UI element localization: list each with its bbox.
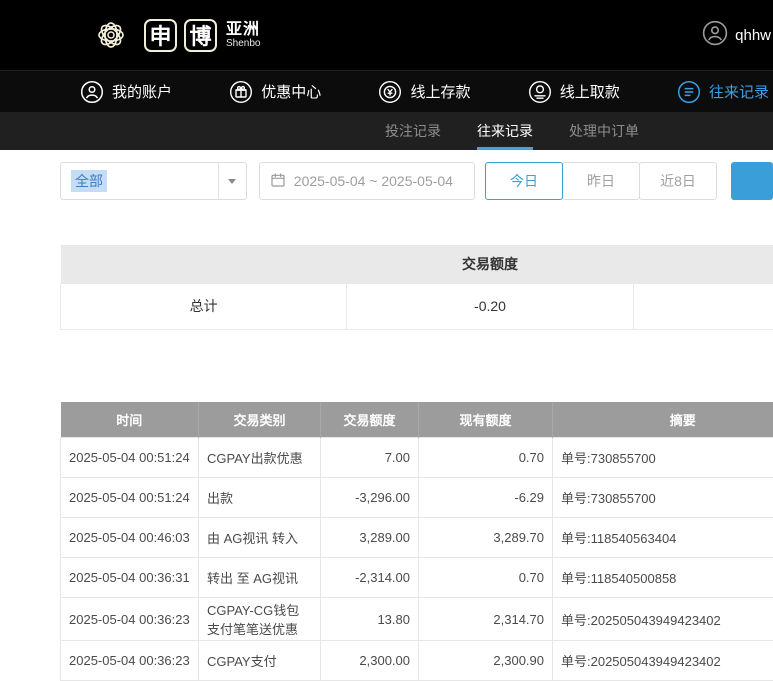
yesterday-button[interactable]: 昨日 <box>562 162 640 200</box>
top-header: 申 博 亚洲 Shenbo qhhw <box>0 0 773 70</box>
col-header-time: 时间 <box>60 401 199 438</box>
quick-date-buttons: 今日 昨日 近8日 <box>485 162 717 200</box>
table-cell: 单号:730855700 <box>552 477 773 518</box>
transactions-table: 时间 交易类别 交易额度 现有额度 摘要 2025-05-04 00:51:24… <box>60 401 773 681</box>
table-cell: 由 AG视讯 转入 <box>198 517 321 558</box>
table-cell: CGPAY支付 <box>198 640 321 681</box>
lotus-flower-icon <box>85 9 137 61</box>
col-header-amount: 交易额度 <box>320 401 419 438</box>
table-row: 2025-05-04 00:46:03 由 AG视讯 转入 3,289.00 3,28… <box>60 517 773 558</box>
transactions-header-row: 时间 交易类别 交易额度 现有额度 摘要 <box>60 401 773 438</box>
summary-header-row: 交易额度 <box>60 245 773 283</box>
tab-pending-orders[interactable]: 处理中订单 <box>569 112 639 150</box>
table-cell: 单号:202505043949423402 <box>552 597 773 641</box>
type-select-value: 全部 <box>71 170 107 192</box>
table-cell: 2025-05-04 00:51:24 <box>60 437 199 478</box>
summary-header-empty <box>60 245 347 283</box>
search-button[interactable] <box>731 162 773 200</box>
nav-item-transfer-records[interactable]: 往来记录 <box>677 80 769 104</box>
deposit-icon <box>378 80 402 104</box>
main-nav: 我的账户 优惠中心 线上存款 线上取款 往来记录 <box>0 70 773 112</box>
table-cell: -2,314.00 <box>320 557 419 598</box>
filter-bar: 全部 2025-05-04 ~ 2025-05-04 今日 昨日 近8日 <box>60 162 773 200</box>
table-cell: 单号:202505043949423402 <box>552 640 773 681</box>
nav-item-withdraw[interactable]: 线上取款 <box>528 80 620 104</box>
username: qhhw <box>735 26 771 44</box>
table-cell: CGPAY出款优惠 <box>198 437 321 478</box>
table-cell: 出款 <box>198 477 321 518</box>
transfer-record-icon <box>677 80 701 104</box>
table-cell: -6.29 <box>418 477 553 518</box>
nav-item-label: 往来记录 <box>708 84 769 101</box>
table-cell: 单号:118540500858 <box>552 557 773 598</box>
nav-item-deposit[interactable]: 线上存款 <box>378 80 470 104</box>
table-cell: 3,289.70 <box>418 517 553 558</box>
table-cell: 7.00 <box>320 437 419 478</box>
last-8-days-button[interactable]: 近8日 <box>639 162 717 200</box>
summary-header-empty-2 <box>633 245 773 283</box>
table-cell: 单号:118540563404 <box>552 517 773 558</box>
nav-item-my-account[interactable]: 我的账户 <box>80 80 172 104</box>
nav-item-promotions[interactable]: 优惠中心 <box>229 80 321 104</box>
col-header-type: 交易类别 <box>198 401 321 438</box>
table-row: 2025-05-04 00:51:24 出款 -3,296.00 -6.29 单号:73… <box>60 477 773 518</box>
gift-icon <box>229 80 253 104</box>
select-caret-zone[interactable] <box>217 163 246 199</box>
type-select[interactable]: 全部 <box>60 162 247 200</box>
withdraw-icon <box>528 80 552 104</box>
brand-subtitle: 亚洲 Shenbo <box>226 21 260 50</box>
account-avatar-icon <box>702 20 728 50</box>
page: 申 博 亚洲 Shenbo qhhw 我的账户 优惠中心 线上存款 线上取款 往… <box>0 0 773 681</box>
tab-transfer-records[interactable]: 往来记录 <box>477 112 533 150</box>
table-cell: 0.70 <box>418 437 553 478</box>
table-cell: 2025-05-04 00:51:24 <box>60 477 199 518</box>
table-cell: 2,314.70 <box>418 597 553 641</box>
brand-logo[interactable]: 申 博 亚洲 Shenbo <box>85 9 260 61</box>
table-cell: 0.70 <box>418 557 553 598</box>
summary-table: 交易额度 总计 -0.20 <box>59 245 773 330</box>
brand-char-1: 申 <box>144 18 177 52</box>
summary-empty-cell <box>632 282 773 330</box>
col-header-summary: 摘要 <box>552 401 773 438</box>
brand-region: 亚洲 <box>226 20 261 38</box>
summary-total-row: 总计 -0.20 <box>59 282 773 330</box>
date-range-value: 2025-05-04 ~ 2025-05-04 <box>293 173 453 189</box>
table-cell: 2,300.00 <box>320 640 419 681</box>
transaction-rows: 2025-05-04 00:51:24 CGPAY出款优惠 7.00 0.70 单号:7… <box>60 437 773 681</box>
table-row: 2025-05-04 00:36:23 CGPAY-CG钱包支付笔笔送优惠 13.8… <box>60 597 773 641</box>
table-cell: CGPAY-CG钱包支付笔笔送优惠 <box>198 597 321 641</box>
brand-en: Shenbo <box>226 38 261 50</box>
summary-total-value: -0.20 <box>346 282 634 330</box>
nav-item-label: 我的账户 <box>112 84 173 101</box>
account-menu[interactable]: qhhw <box>702 20 771 50</box>
brand-char-2: 博 <box>184 18 217 52</box>
table-cell: 单号:730855700 <box>552 437 773 478</box>
table-row: 2025-05-04 00:36:23 CGPAY支付 2,300.00 2,300.… <box>60 640 773 681</box>
table-cell: -3,296.00 <box>320 477 419 518</box>
tab-bet-records[interactable]: 投注记录 <box>385 112 441 150</box>
date-range-input[interactable]: 2025-05-04 ~ 2025-05-04 <box>258 162 475 200</box>
calendar-icon <box>270 172 286 191</box>
summary-header-amount: 交易额度 <box>346 245 634 283</box>
today-button[interactable]: 今日 <box>485 162 563 200</box>
table-cell: 2025-05-04 00:46:03 <box>60 517 199 558</box>
col-header-balance: 现有额度 <box>418 401 553 438</box>
summary-total-label: 总计 <box>59 282 348 330</box>
table-cell: 转出 至 AG视讯 <box>198 557 321 598</box>
nav-item-label: 线上取款 <box>559 84 620 101</box>
table-cell: 13.80 <box>320 597 419 641</box>
table-cell: 2025-05-04 00:36:23 <box>60 597 199 641</box>
user-icon <box>80 80 104 104</box>
table-cell: 2025-05-04 00:36:31 <box>60 557 199 598</box>
table-cell: 2025-05-04 00:36:23 <box>60 640 199 681</box>
chevron-down-icon <box>228 178 237 184</box>
nav-item-label: 优惠中心 <box>261 84 322 101</box>
table-cell: 2,300.90 <box>418 640 553 681</box>
table-row: 2025-05-04 00:36:31 转出 至 AG视讯 -2,314.00 0.7… <box>60 557 773 598</box>
nav-item-label: 线上存款 <box>410 84 471 101</box>
table-cell: 3,289.00 <box>320 517 419 558</box>
table-row: 2025-05-04 00:51:24 CGPAY出款优惠 7.00 0.70 单号:7… <box>60 437 773 478</box>
sub-nav: 投注记录 往来记录 处理中订单 <box>0 112 773 150</box>
